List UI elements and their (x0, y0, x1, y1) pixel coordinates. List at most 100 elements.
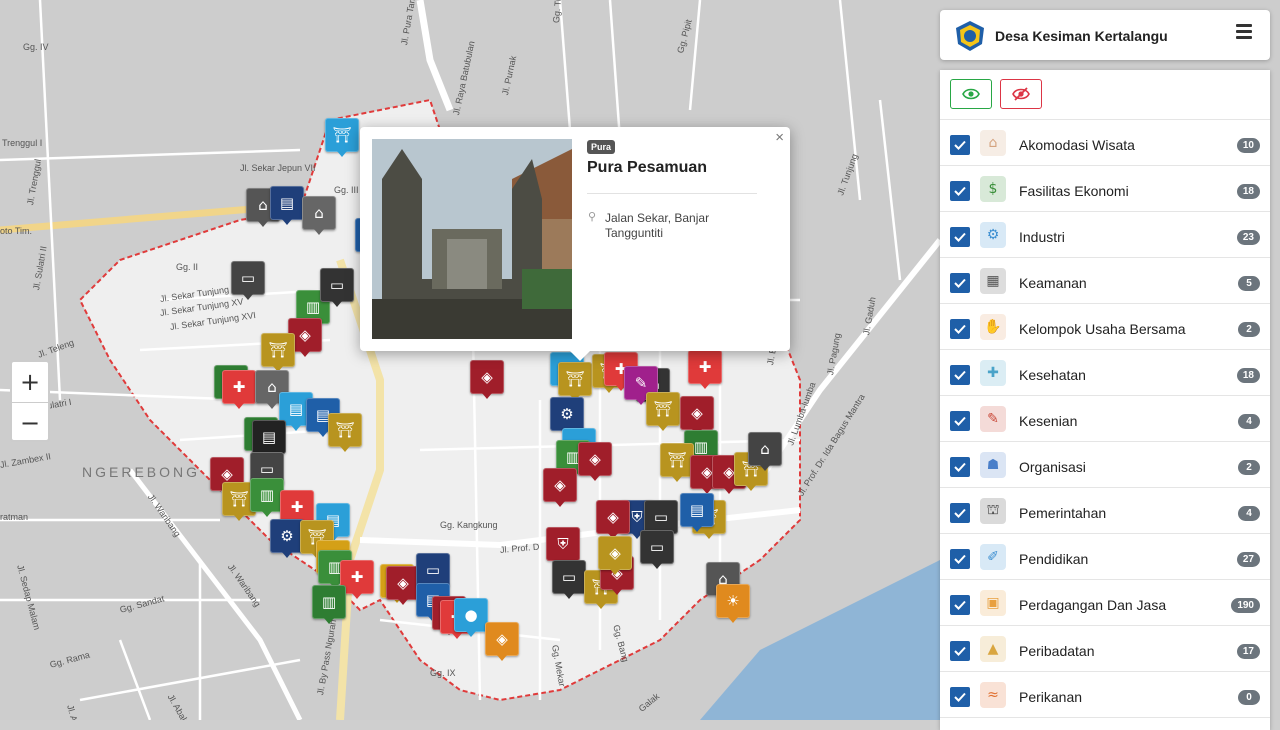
check-icon (954, 462, 966, 472)
checkbox-checked[interactable] (950, 411, 970, 431)
layer-item[interactable]: ⌂ Akomodasi Wisata 10 (940, 120, 1270, 166)
checkbox-checked[interactable] (950, 549, 970, 569)
road-label: Jl. Sekar Jepun VII (240, 163, 316, 173)
map-marker-shop-icon[interactable]: ▭ (552, 560, 586, 599)
map-marker-police-icon[interactable]: ⛨ (546, 527, 580, 566)
map-marker-money-icon[interactable]: ▥ (250, 478, 284, 517)
checkbox-checked[interactable] (950, 227, 970, 247)
map-marker-hospital-icon[interactable]: ✚ (688, 350, 722, 389)
layer-item[interactable]: ☗ Organisasi 2 (940, 442, 1270, 488)
map-marker-school-icon[interactable]: ▤ (680, 493, 714, 532)
layer-count-badge: 23 (1236, 230, 1260, 245)
checkbox-checked[interactable] (950, 365, 970, 385)
money-icon: $ (980, 176, 1006, 202)
eye-slash-icon (1012, 87, 1030, 101)
show-all-button[interactable] (950, 79, 992, 109)
zoom-in-button[interactable]: + (12, 362, 48, 402)
map-marker-shop-icon[interactable]: ▭ (644, 500, 678, 539)
road-label: ratman (0, 512, 29, 522)
map-marker-temple-icon[interactable]: ⛩ (261, 333, 295, 372)
layer-panel: ⌂ Akomodasi Wisata 10 $ Fasilitas Ekonomi 18 ⚙… (940, 70, 1270, 730)
road-label: Gg. Kangkung (440, 520, 498, 530)
map-marker-temple-icon[interactable]: ⛩ (660, 443, 694, 482)
layer-count-badge: 17 (1236, 644, 1260, 659)
hospital-icon: ✚ (980, 360, 1006, 386)
checkbox-checked[interactable] (950, 319, 970, 339)
layer-name: Kelompok Usaha Bersama (1019, 321, 1186, 337)
layer-item[interactable]: $ Fasilitas Ekonomi 18 (940, 166, 1270, 212)
zoom-out-button[interactable]: − (12, 402, 48, 440)
checkbox-checked[interactable] (950, 457, 970, 477)
layer-item[interactable]: ▦ Keamanan 5 (940, 258, 1270, 304)
map-marker-shop-icon[interactable]: ▭ (231, 261, 265, 300)
checkbox-checked[interactable] (950, 273, 970, 293)
map-marker-government-icon[interactable]: ⌂ (748, 432, 782, 471)
layer-item[interactable]: ✎ Kesenian 4 (940, 396, 1270, 442)
map-marker-hospital-icon[interactable]: ✚ (222, 370, 256, 409)
checkbox-checked[interactable] (950, 503, 970, 523)
layer-count-badge: 18 (1236, 368, 1260, 383)
road-label: oto Tim. (0, 226, 33, 236)
layer-item[interactable]: ⚙ Industri 23 (940, 212, 1270, 258)
road-label: Gg. II (176, 262, 199, 272)
zoom-control: + − (10, 360, 50, 442)
hamburger-menu-icon[interactable] (1236, 24, 1252, 40)
map-marker-shop-icon[interactable]: ▭ (320, 268, 354, 307)
map-marker-shopping-bag-icon[interactable]: ◈ (596, 500, 630, 539)
checkbox-checked[interactable] (950, 135, 970, 155)
map-marker-shopping-bag-icon[interactable]: ◈ (485, 622, 519, 661)
layer-name: Organisasi (1019, 459, 1086, 475)
layer-item[interactable]: ⛫ Pemerintahan 4 (940, 488, 1270, 534)
map-marker-shop-icon[interactable]: ▭ (640, 530, 674, 569)
map-marker-school-icon[interactable]: ▤ (252, 420, 286, 459)
map-marker-school-icon[interactable]: ▤ (270, 186, 304, 225)
map-marker-temple-icon[interactable]: ⛩ (646, 392, 680, 431)
layer-item[interactable]: ✐ Pendidikan 27 (940, 534, 1270, 580)
check-icon (954, 554, 966, 564)
checkbox-checked[interactable] (950, 595, 970, 615)
checkbox-checked[interactable] (950, 687, 970, 707)
map-marker-shopping-bag-icon[interactable]: ◈ (386, 566, 420, 605)
road-label: Gg. IX (430, 668, 456, 678)
checkbox-checked[interactable] (950, 181, 970, 201)
hotel-icon: ⌂ (980, 130, 1006, 156)
map-marker-factory-icon[interactable]: ⚙ (270, 519, 304, 558)
layer-item[interactable]: ✋ Kelompok Usaha Bersama 2 (940, 304, 1270, 350)
map-marker-shopping-bag-icon[interactable]: ◈ (578, 442, 612, 481)
layer-name: Kesenian (1019, 413, 1078, 429)
layer-name: Peribadatan (1019, 643, 1095, 659)
map-pin-icon: ⚲ (588, 211, 597, 223)
layer-name: Perdagangan Dan Jasa (1019, 597, 1167, 613)
check-icon (954, 692, 966, 702)
map-marker-shopping-bag-icon[interactable]: ◈ (598, 536, 632, 575)
check-icon (954, 232, 966, 242)
checkbox-checked[interactable] (950, 641, 970, 661)
map-marker-temple-icon[interactable]: ⛩ (325, 118, 359, 157)
layer-count-badge: 2 (1238, 322, 1260, 337)
map-marker-drop-icon[interactable]: ● (454, 598, 488, 637)
map-marker-temple-icon[interactable]: ⛩ (328, 413, 362, 452)
layer-count-badge: 27 (1236, 552, 1260, 567)
map-marker-money-icon[interactable]: ▥ (312, 585, 346, 624)
road-label: Gg. IV (23, 42, 49, 52)
map-marker-beach-icon[interactable]: ☀ (716, 584, 750, 623)
map-marker-shopping-bag-icon[interactable]: ◈ (470, 360, 504, 399)
map-marker-factory-icon[interactable]: ⚙ (550, 397, 584, 436)
close-icon[interactable]: × (775, 129, 784, 146)
layer-item[interactable]: ≈ Perikanan 0 (940, 672, 1270, 718)
map-marker-shopping-bag-icon[interactable]: ◈ (543, 468, 577, 507)
factory-icon: ⚙ (980, 222, 1006, 248)
map-marker-shop-icon[interactable]: ▭ (416, 553, 450, 592)
check-icon (954, 508, 966, 518)
layer-count-badge: 190 (1231, 598, 1260, 613)
map-marker-temple-icon[interactable]: ⛩ (558, 362, 592, 401)
layer-name: Industri (1019, 229, 1065, 245)
map-marker-shopping-bag-icon[interactable]: ◈ (680, 396, 714, 435)
layer-item[interactable]: ✚ Kesehatan 18 (940, 350, 1270, 396)
check-icon (954, 370, 966, 380)
layer-item[interactable]: ▣ Perdagangan Dan Jasa 190 (940, 580, 1270, 626)
map-marker-government-icon[interactable]: ⌂ (302, 196, 336, 235)
layer-count-badge: 18 (1236, 184, 1260, 199)
hide-all-button[interactable] (1000, 79, 1042, 109)
layer-item[interactable]: ▲ Peribadatan 17 (940, 626, 1270, 672)
